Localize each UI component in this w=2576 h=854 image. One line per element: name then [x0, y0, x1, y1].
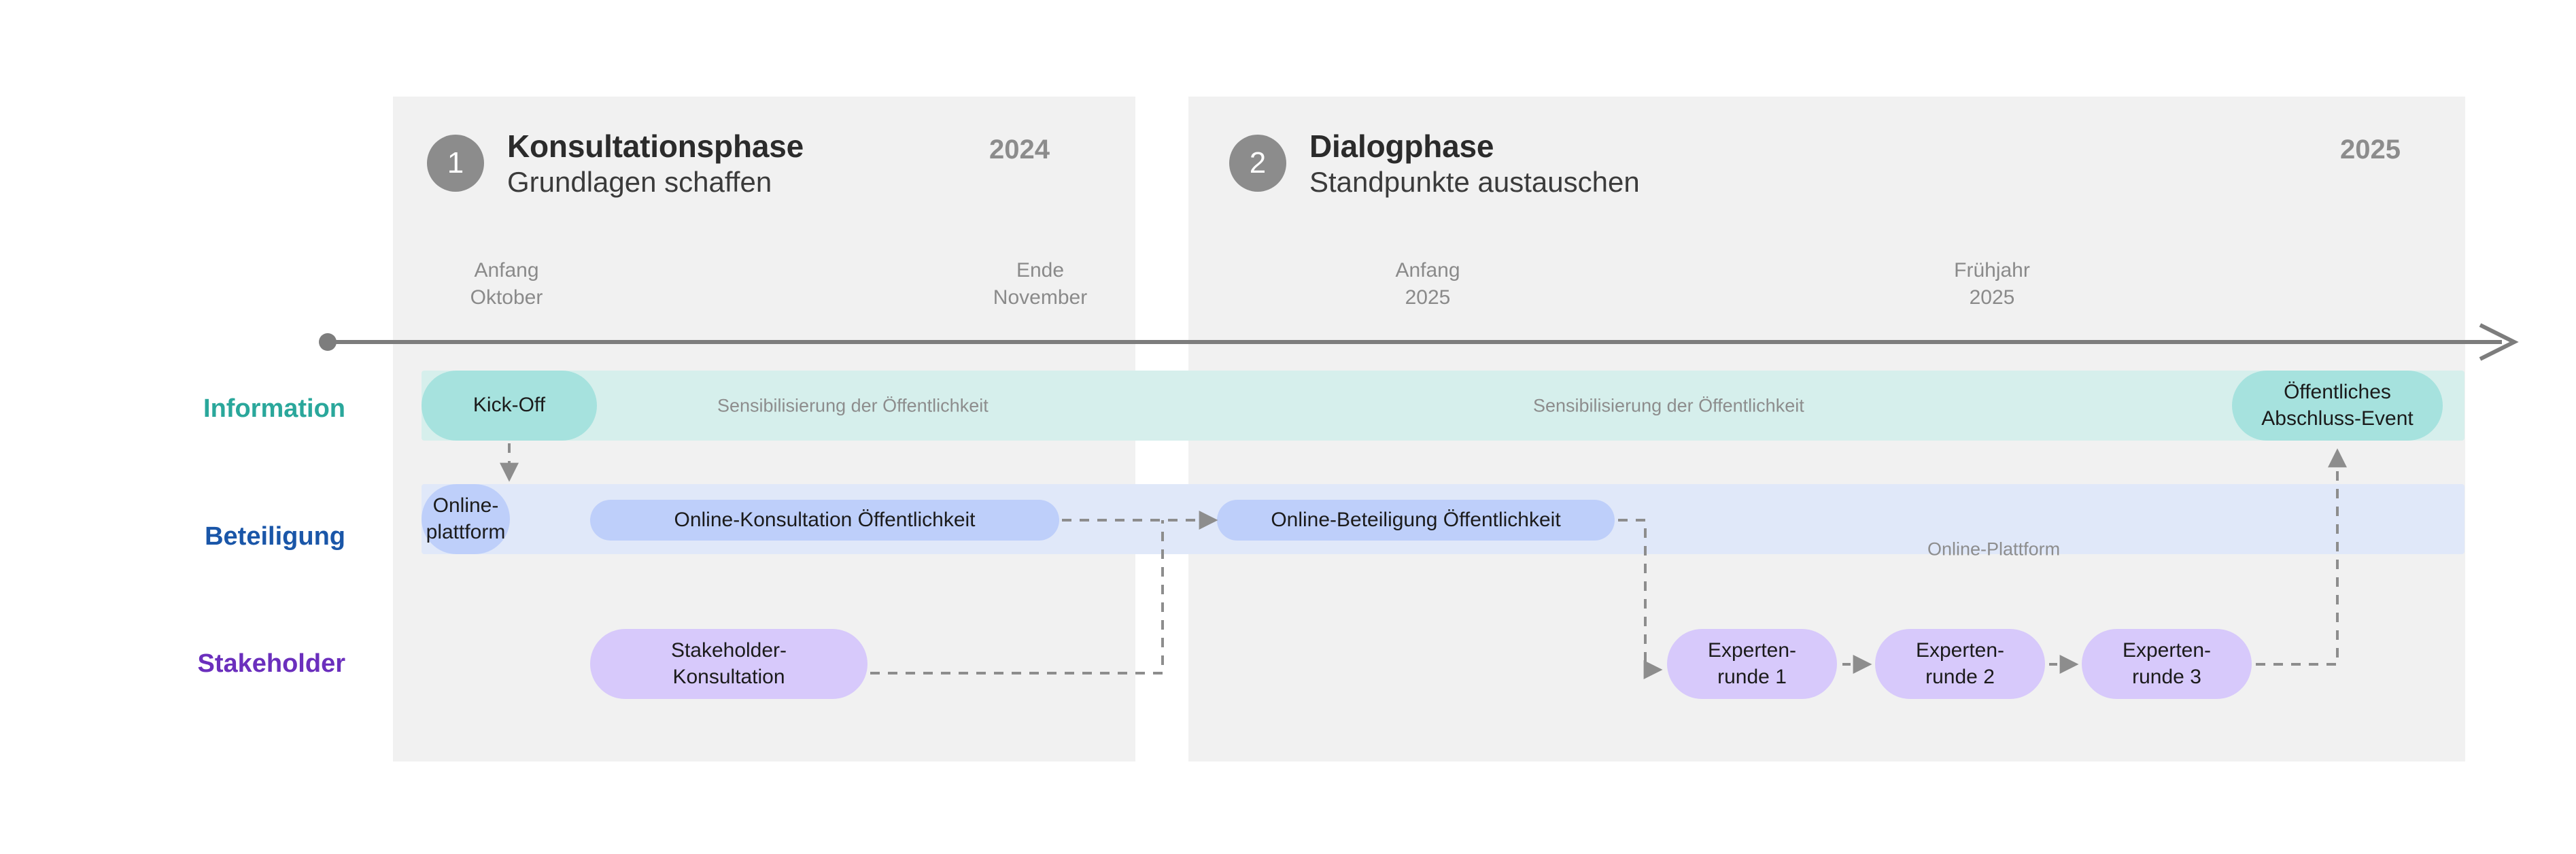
date-label-phase1-end: Ende November: [952, 257, 1129, 311]
date-label-phase2-end: Frühjahr 2025: [1904, 257, 2080, 311]
phase-subtitle-1: Grundlagen schaffen: [507, 165, 772, 198]
date-label-phase1-start: Anfang Oktober: [418, 257, 595, 311]
pill-stakeholder-konsultation[interactable]: Stakeholder- Konsultation: [590, 629, 868, 699]
phase-year-1: 2024: [989, 135, 1050, 165]
timeline-diagram: 1 Konsultationsphase Grundlagen schaffen…: [0, 0, 2576, 854]
pill-kick-off[interactable]: Kick-Off: [422, 371, 597, 441]
pill-label-line-1: Experten-: [1707, 639, 1797, 662]
date-line-1: Anfang: [1395, 259, 1460, 281]
pill-label-line-2: runde 2: [1925, 665, 1995, 688]
row-label-beteiligung: Beteiligung: [205, 522, 345, 551]
pill-label-line-2: plattform: [426, 520, 506, 543]
pill-label-line-2: runde 3: [2132, 665, 2201, 688]
pill-label-line-2: runde 1: [1717, 665, 1787, 688]
pill-label-line-1: Stakeholder-: [670, 639, 787, 662]
date-line-1: Frühjahr: [1954, 259, 2030, 281]
phase-year-2: 2025: [2340, 135, 2401, 165]
date-label-phase2-start: Anfang 2025: [1339, 257, 1516, 311]
pill-expertenrunde-2[interactable]: Experten- runde 2: [1875, 629, 2045, 699]
phase-number-badge-2: 2: [1229, 135, 1286, 192]
date-line-1: Ende: [1016, 259, 1065, 281]
phase-subtitle-2: Standpunkte austauschen: [1309, 165, 1640, 198]
phase-header-1: 1 Konsultationsphase Grundlagen schaffen: [427, 129, 804, 198]
pill-online-konsultation[interactable]: Online-Konsultation Öffentlichkeit: [590, 500, 1059, 541]
caption-sensibilisierung-phase2: Sensibilisierung der Öffentlichkeit: [1533, 395, 1804, 416]
caption-sensibilisierung-phase1: Sensibilisierung der Öffentlichkeit: [717, 395, 989, 416]
pill-label-line-1: Online-: [432, 494, 499, 517]
pill-label-line-2: Konsultation: [672, 665, 785, 688]
date-line-1: Anfang: [474, 259, 539, 281]
pill-abschluss-event[interactable]: Öffentliches Abschluss-Event: [2232, 371, 2443, 441]
date-line-2: 2025: [1405, 286, 1451, 309]
phase-number-badge-1: 1: [427, 135, 484, 192]
pill-label-line-1: Experten-: [1915, 639, 2005, 662]
date-line-2: 2025: [1969, 286, 2015, 309]
date-line-2: Oktober: [470, 286, 543, 309]
pill-label: Online-Konsultation Öffentlichkeit: [674, 508, 976, 531]
caption-online-plattform-phase2: Online-Plattform: [1927, 539, 2061, 560]
row-label-information: Information: [203, 394, 345, 423]
phase-title-2: Dialogphase: [1309, 129, 1494, 164]
pill-online-plattform[interactable]: Online- plattform: [422, 484, 510, 554]
pill-expertenrunde-1[interactable]: Experten- runde 1: [1667, 629, 1837, 699]
phase-title-1: Konsultationsphase: [507, 129, 804, 164]
date-line-2: November: [993, 286, 1088, 309]
pill-label: Online-Beteiligung Öffentlichkeit: [1271, 508, 1561, 531]
pill-label-line-1: Experten-: [2122, 639, 2212, 662]
pill-label-line-2: Abschluss-Event: [2261, 407, 2414, 430]
pill-label: Kick-Off: [473, 394, 546, 417]
pill-label-line-1: Öffentliches: [2284, 381, 2391, 404]
pill-online-beteiligung[interactable]: Online-Beteiligung Öffentlichkeit: [1217, 500, 1615, 541]
phase-header-2: 2 Dialogphase Standpunkte austauschen: [1229, 129, 1640, 198]
pill-expertenrunde-3[interactable]: Experten- runde 3: [2082, 629, 2252, 699]
row-label-stakeholder: Stakeholder: [197, 649, 345, 678]
